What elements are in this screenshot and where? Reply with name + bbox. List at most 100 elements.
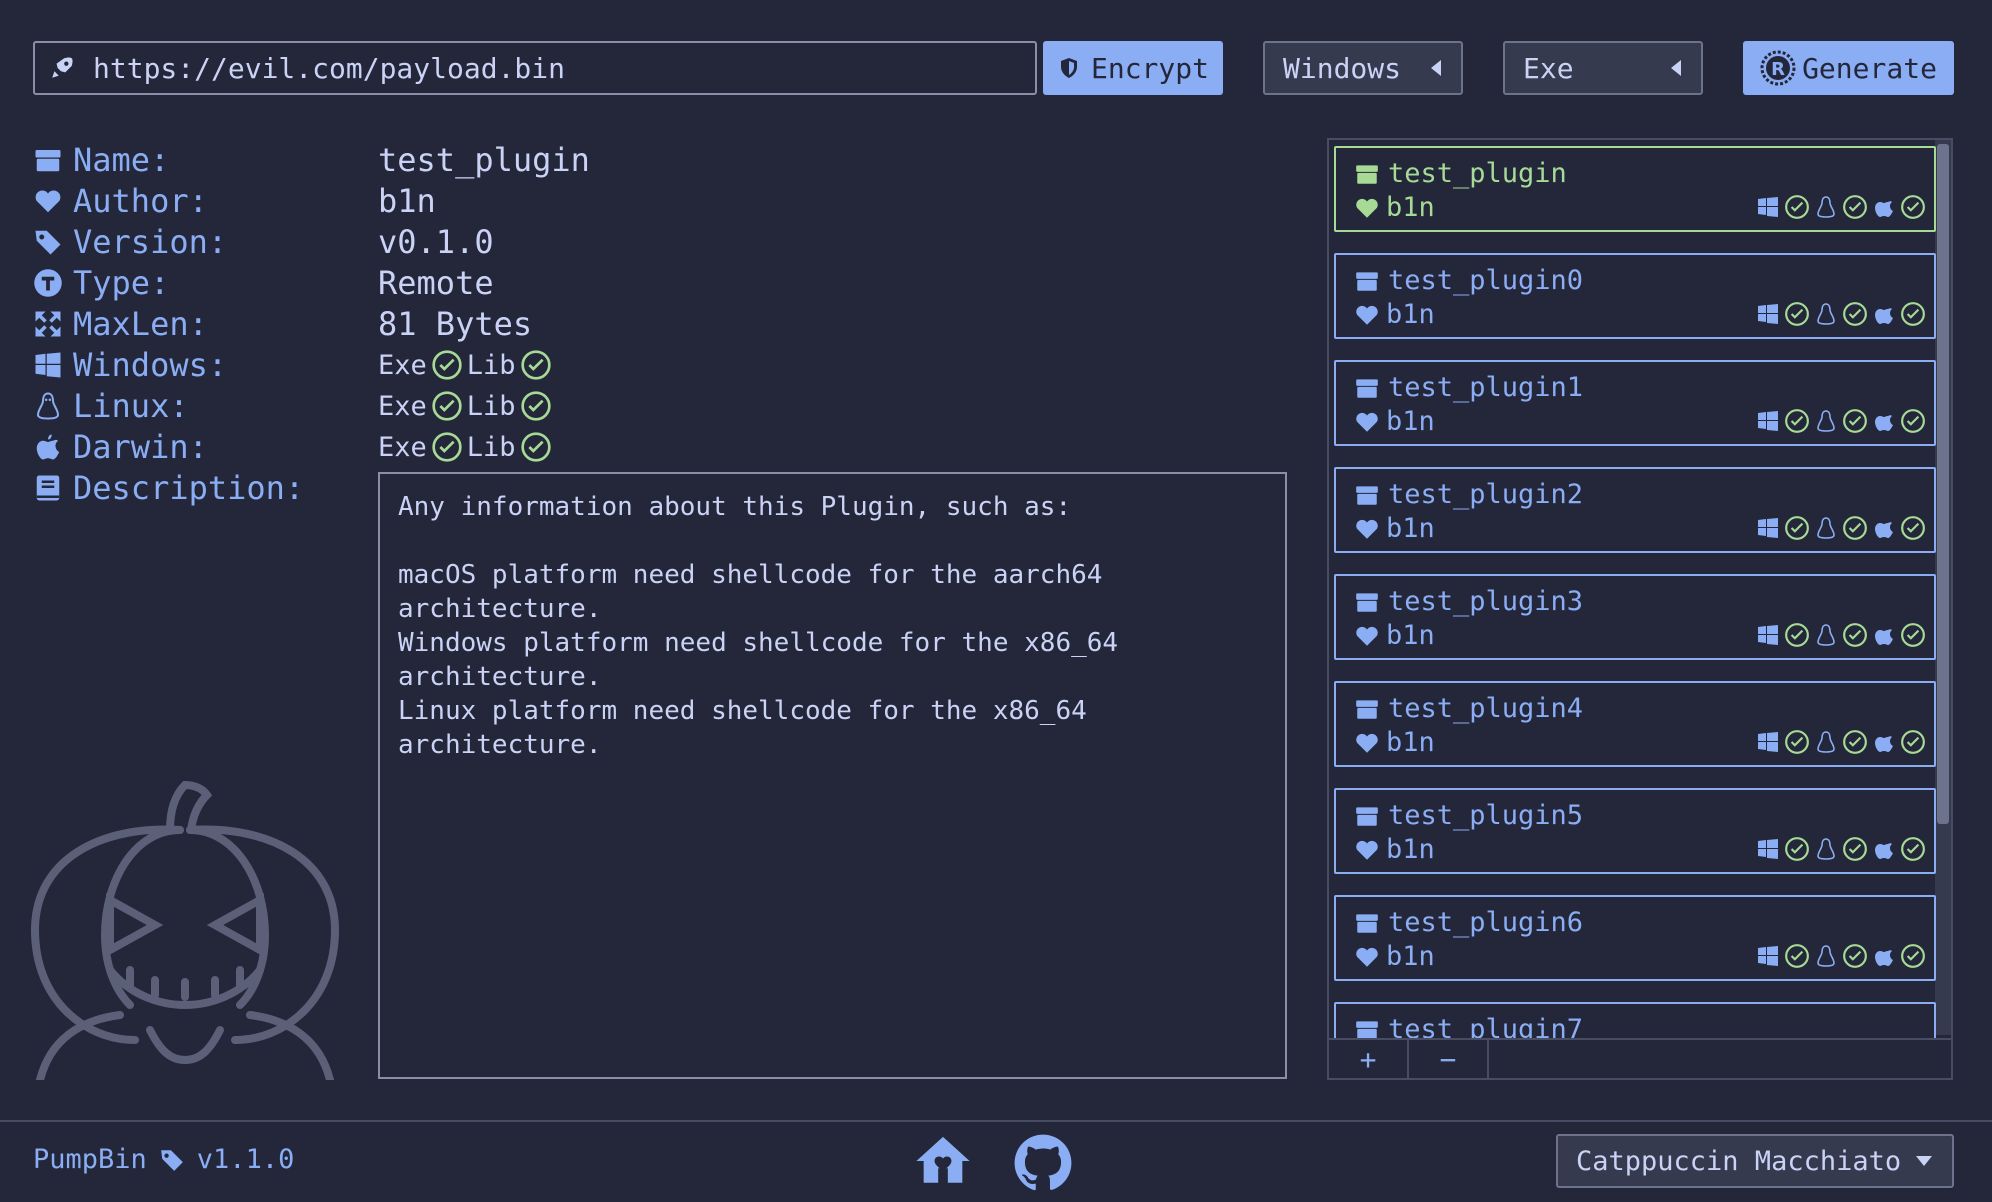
platform-icons xyxy=(1756,729,1926,755)
plugin-list-footer: + − xyxy=(1329,1038,1951,1078)
check-circle-icon xyxy=(1843,837,1867,861)
plugin-card[interactable]: test_plugin6 b1n xyxy=(1334,895,1936,981)
plugin-card-name: test_plugin5 xyxy=(1388,800,1584,831)
rocket-icon xyxy=(52,57,73,78)
check-circle-icon xyxy=(1901,623,1925,647)
generate-label: Generate xyxy=(1802,51,1937,85)
platform-icons xyxy=(1756,515,1926,541)
darwin-support: Exe Lib xyxy=(378,427,552,467)
check-circle-icon xyxy=(1843,730,1867,754)
type-select-value: Exe xyxy=(1523,51,1574,85)
windows-icon xyxy=(1758,518,1778,538)
apple-icon xyxy=(1875,843,1893,859)
plugin-card[interactable]: test_plugin5 b1n xyxy=(1334,788,1936,874)
box-icon xyxy=(1356,806,1378,826)
tag-icon xyxy=(35,230,61,255)
platform-select[interactable]: Windows xyxy=(1263,41,1463,95)
heart-icon xyxy=(1356,626,1378,646)
box-icon xyxy=(1356,378,1378,398)
heart-icon xyxy=(35,190,61,213)
box-icon xyxy=(1356,485,1378,505)
linux-support: Exe Lib xyxy=(378,386,552,426)
check-circle-icon xyxy=(1843,195,1867,219)
check-circle-icon xyxy=(1785,837,1809,861)
generate-button[interactable]: R Generate xyxy=(1743,41,1954,95)
linux-label: Linux: xyxy=(33,386,189,426)
expand-icon xyxy=(35,311,61,337)
plugin-card-author: b1n xyxy=(1386,620,1435,651)
check-circle-icon xyxy=(1901,837,1925,861)
apple-icon xyxy=(1875,308,1893,324)
encrypt-button[interactable]: Encrypt xyxy=(1043,41,1223,95)
tag-icon xyxy=(160,1149,183,1171)
linux-icon xyxy=(36,392,60,420)
plugin-card-name: test_plugin4 xyxy=(1388,693,1584,724)
plugin-card[interactable]: test_plugin0 b1n xyxy=(1334,253,1936,339)
plugin-card[interactable]: test_plugin2 b1n xyxy=(1334,467,1936,553)
type-select[interactable]: Exe xyxy=(1503,41,1703,95)
plugin-card[interactable]: test_plugin3 b1n xyxy=(1334,574,1936,660)
check-circle-icon xyxy=(1843,302,1867,326)
heart-icon xyxy=(1356,733,1378,753)
check-circle-icon xyxy=(520,391,551,421)
plugin-card[interactable]: test_plugin7 xyxy=(1334,1002,1936,1045)
platform-icons xyxy=(1756,408,1926,434)
check-circle-icon xyxy=(1785,302,1809,326)
description-text[interactable]: Any information about this Plugin, such … xyxy=(378,472,1287,1079)
windows-icon xyxy=(1758,304,1778,324)
check-circle-icon xyxy=(1901,195,1925,219)
apple-icon xyxy=(1875,522,1893,538)
apple-icon xyxy=(36,434,60,460)
check-circle-icon xyxy=(1785,516,1809,540)
home-icon[interactable] xyxy=(914,1132,972,1190)
plugin-card[interactable]: test_plugin1 b1n xyxy=(1334,360,1936,446)
check-circle-icon xyxy=(1901,516,1925,540)
box-icon xyxy=(1356,699,1378,719)
plugin-card[interactable]: test_plugin4 b1n xyxy=(1334,681,1936,767)
darwin-label: Darwin: xyxy=(33,427,208,467)
linux-icon xyxy=(1817,410,1835,432)
heart-icon xyxy=(1356,947,1378,967)
windows-icon xyxy=(1758,625,1778,645)
plugin-list-scrollbar[interactable] xyxy=(1935,140,1951,1035)
box-icon xyxy=(35,150,61,172)
apple-icon xyxy=(1875,201,1893,217)
plugin-card-name: test_plugin3 xyxy=(1388,586,1584,617)
heart-icon xyxy=(1356,840,1378,860)
plugin-version-value: v0.1.0 xyxy=(378,223,494,261)
check-circle-icon xyxy=(1901,944,1925,968)
apple-icon xyxy=(1875,629,1893,645)
platform-icons xyxy=(1756,622,1926,648)
scrollbar-thumb[interactable] xyxy=(1937,144,1949,824)
type-label: Type: xyxy=(33,263,169,303)
remove-plugin-button[interactable]: − xyxy=(1409,1040,1489,1078)
plugin-list[interactable]: test_plugin b1n test_plugin0 b1n test_pl… xyxy=(1327,138,1953,1080)
theme-select[interactable]: Catppuccin Macchiato xyxy=(1556,1134,1954,1188)
pumpkin-logo xyxy=(30,780,340,1080)
check-circle-icon xyxy=(1843,623,1867,647)
encrypt-label: Encrypt xyxy=(1090,51,1209,85)
plugin-card-name: test_plugin2 xyxy=(1388,479,1584,510)
shield-icon xyxy=(1060,58,1077,78)
plugin-card-name: test_plugin1 xyxy=(1388,372,1584,403)
check-circle-icon xyxy=(1901,409,1925,433)
platform-icons xyxy=(1756,194,1926,220)
description-label: Description: xyxy=(33,468,304,508)
plugin-card[interactable]: test_plugin b1n xyxy=(1334,146,1936,232)
name-label: Name: xyxy=(33,140,169,180)
platform-select-value: Windows xyxy=(1283,51,1402,85)
rust-icon: R xyxy=(1760,50,1796,86)
box-icon xyxy=(1356,592,1378,612)
url-input-value: https://evil.com/payload.bin xyxy=(93,51,566,85)
caret-left-icon xyxy=(1671,60,1681,76)
plugin-card-name: test_plugin xyxy=(1388,158,1567,189)
github-icon[interactable] xyxy=(1012,1132,1074,1194)
app-version: v1.1.0 xyxy=(196,1144,295,1175)
caret-down-icon xyxy=(1916,1156,1932,1166)
plugin-card-author: b1n xyxy=(1386,834,1435,865)
windows-icon xyxy=(1758,197,1778,217)
platform-icons xyxy=(1756,943,1926,969)
url-input[interactable]: https://evil.com/payload.bin xyxy=(33,41,1037,95)
add-plugin-button[interactable]: + xyxy=(1329,1040,1409,1078)
check-circle-icon xyxy=(1843,409,1867,433)
